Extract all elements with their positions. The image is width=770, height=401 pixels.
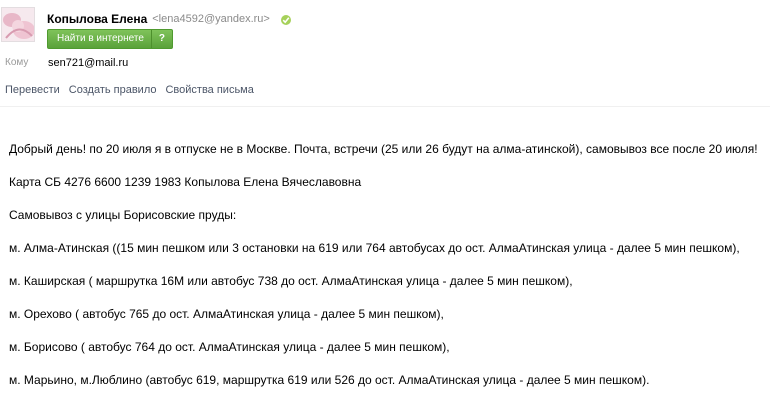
message-line: Карта СБ 4276 6600 1239 1983 Копылова Ел… xyxy=(9,175,362,189)
message-line: м. Каширская ( маршрутка 16М или автобус… xyxy=(9,274,573,288)
message-body: Добрый день! по 20 июля я в отпуске не в… xyxy=(9,142,769,401)
verified-check-icon[interactable] xyxy=(280,13,292,25)
sender-email[interactable]: <lena4592@yandex.ru> xyxy=(152,13,270,25)
message-line: м. Марьино, м.Люблино (автобус 619, марш… xyxy=(9,373,650,387)
message-line: Самовывоз с улицы Борисовские пруды: xyxy=(9,208,237,222)
message-line: м. Алма-Атинская ((15 мин пешком или 3 о… xyxy=(9,241,740,255)
message-actions: Перевести Создать правило Свойства письм… xyxy=(5,84,254,96)
create-rule-link[interactable]: Создать правило xyxy=(69,84,157,96)
sender-name[interactable]: Копылова Елена xyxy=(47,12,147,26)
sender-line: Копылова Елена <lena4592@yandex.ru> xyxy=(47,11,292,27)
message-line: Добрый день! по 20 июля я в отпуске не в… xyxy=(9,142,758,156)
message-line: м. Орехово ( автобус 765 до ост. АлмаАти… xyxy=(9,307,444,321)
message-line: м. Борисово ( автобус 764 до ост. АлмаАт… xyxy=(9,340,450,354)
message-properties-link[interactable]: Свойства письма xyxy=(165,84,253,96)
recipient-email[interactable]: sen721@mail.ru xyxy=(48,57,128,69)
recipient-label: Кому xyxy=(5,57,29,68)
find-on-internet-label[interactable]: Найти в интернете xyxy=(48,30,151,48)
header-divider xyxy=(0,106,770,107)
sender-avatar[interactable] xyxy=(1,7,35,42)
translate-link[interactable]: Перевести xyxy=(5,84,60,96)
find-help-button[interactable]: ? xyxy=(150,30,172,48)
find-on-internet-button[interactable]: Найти в интернете ? xyxy=(47,29,173,49)
